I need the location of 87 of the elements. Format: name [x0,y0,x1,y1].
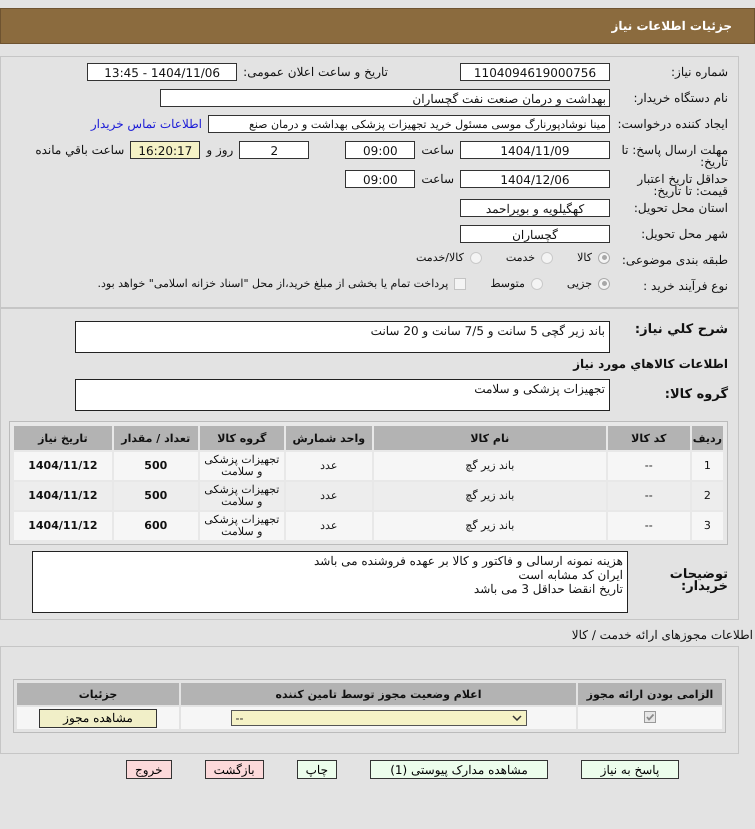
action-button[interactable]: پاسخ به نیاز [580,760,679,779]
column-header: ردیف [692,426,723,450]
column-header: تعداد / مقدار [114,426,198,450]
column-header: جزئیات [17,683,179,705]
field-label: متوسط [490,277,525,290]
table-cell: -- [608,512,690,540]
input-field[interactable]: 16:20:17 [130,141,200,159]
field-label: جزیی [566,277,592,290]
input-field[interactable]: مینا نوشادپورنارگ موسی مسئول خرید تجهیزات پزشکی بهداشت و درمان صنع [208,115,610,133]
input-field[interactable]: 1404/11/06 - 13:45 [87,63,238,81]
column-header: نام کالا [374,426,606,450]
input-field[interactable]: 2 [239,141,310,159]
table-cell: 1 [692,452,723,480]
caret-icon [512,715,522,721]
radio-button[interactable] [598,252,610,264]
table-cell: 3 [692,512,723,540]
table-cell: عدد [286,452,372,480]
table-cell: -- [608,452,690,480]
table-cell: 500 [114,452,198,480]
radio-button[interactable] [530,278,543,290]
action-button[interactable]: مشاهده مدارک پیوستی (1) [370,760,548,779]
table-cell: عدد [286,482,372,510]
field-label: استان محل تحویل: [632,200,728,214]
field-label: شرح کلي نياز: [634,321,728,336]
table-cell: تجهیزات پزشکی و سلامت [200,512,284,540]
view-permit-button[interactable]: مشاهده مجوز [39,708,157,728]
input-field[interactable]: بهداشت و درمان صنعت نفت گچساران [160,89,610,107]
table-cell: باند زیر گچ [374,452,606,480]
field-label: تاریخ و ساعت اعلان عمومی: [243,65,388,79]
field-label: پرداخت تمام یا بخشی از مبلغ خرید،از محل "اسناد خزانه اسلامی" خواهد بود. [98,277,448,290]
action-button[interactable]: بازگشت [204,760,264,779]
field-label: شماره نیاز: [670,64,728,78]
field-label: گروه کالا: [664,385,728,401]
input-field[interactable]: 1104094619000756 [460,63,610,81]
column-header: گروه کالا [200,426,284,450]
radio-button[interactable] [598,278,610,290]
field-label: توضیحات خریدار: [668,566,728,593]
field-label: مهلت ارسال پاسخ: تا تاریخ: [620,142,728,168]
table-cell: باند زیر گچ [374,512,606,540]
table-cell: 1404/11/12 [14,452,112,480]
action-button[interactable]: چاپ [296,760,337,779]
field-label: ساعت [421,172,454,186]
field-label: نوع فرآیند خرید : [642,278,728,292]
input-field[interactable]: 1404/11/09 [460,141,610,159]
radio-button[interactable] [470,252,482,264]
field-label: خدمت [506,251,536,264]
action-button[interactable]: خروج [126,760,172,779]
field-label: ایجاد کننده درخواست: [616,116,728,130]
field-label: نام دستگاه خریدار: [632,90,728,104]
table-cell: 1404/11/12 [14,482,112,510]
table-cell: 500 [114,482,198,510]
input-field[interactable]: گچساران [460,225,610,243]
field-label: کالا/خدمت [416,251,464,264]
input-field[interactable]: 1404/12/06 [460,170,610,188]
text-area[interactable]: باند زیر گچی 5 سانت و 7/5 سانت و 20 سانت [75,321,610,353]
page-title: جزئیات اطلاعات نیاز [611,19,732,33]
field-label: شهر محل تحویل: [640,226,728,240]
field-label: کالا [577,251,592,264]
input-field[interactable]: 09:00 [345,141,416,159]
contact-link[interactable]: اطلاعات تماس خریدار [90,117,202,131]
table-cell: باند زیر گچ [374,482,606,510]
section-heading: اطلاعات کالاهاي مورد نياز [572,357,728,371]
table-cell: تجهیزات پزشکی و سلامت [200,482,284,510]
table-cell: -- [608,482,690,510]
field-label: روز و [206,143,234,157]
column-header: الزامی بودن ارائه مجوز [578,683,722,705]
input-field[interactable]: 09:00 [345,170,416,188]
table-cell: عدد [286,512,372,540]
radio-button[interactable] [541,252,554,264]
column-header: کد کالا [608,426,690,450]
column-header: واحد شمارش [286,426,372,450]
text-area[interactable]: تجهیزات پزشکی و سلامت [75,379,610,411]
table-cell: تجهیزات پزشکی و سلامت [200,452,284,480]
column-header: اعلام وضعیت مجوز توسط تامین کننده [181,683,576,705]
field-label: ساعت باقي مانده [35,143,124,157]
table-cell: 2 [692,482,723,510]
field-label: طبقه بندی موضوعی: [620,252,728,266]
text-area[interactable]: هزینه نمونه ارسالی و فاکتور و کالا بر عهده فروشنده می باشد ایران کد مشابه است تاریخ انقضا حداقل 3 می باشد [32,551,628,613]
status-dropdown[interactable]: -- [230,710,526,726]
section-heading: اطلاعات مجوزهای ارائه خدمت / کالا [570,628,754,642]
input-field[interactable]: کهگیلویه و بویراحمد [460,199,610,217]
table-cell: 600 [114,512,198,540]
field-label: ساعت [421,143,454,157]
table-cell: 1404/11/12 [14,512,112,540]
checkbox[interactable] [454,278,466,290]
column-header: تاریخ نیاز [14,426,112,450]
field-label: حداقل تاریخ اعتبار قیمت: تا تاریخ: [636,171,728,197]
